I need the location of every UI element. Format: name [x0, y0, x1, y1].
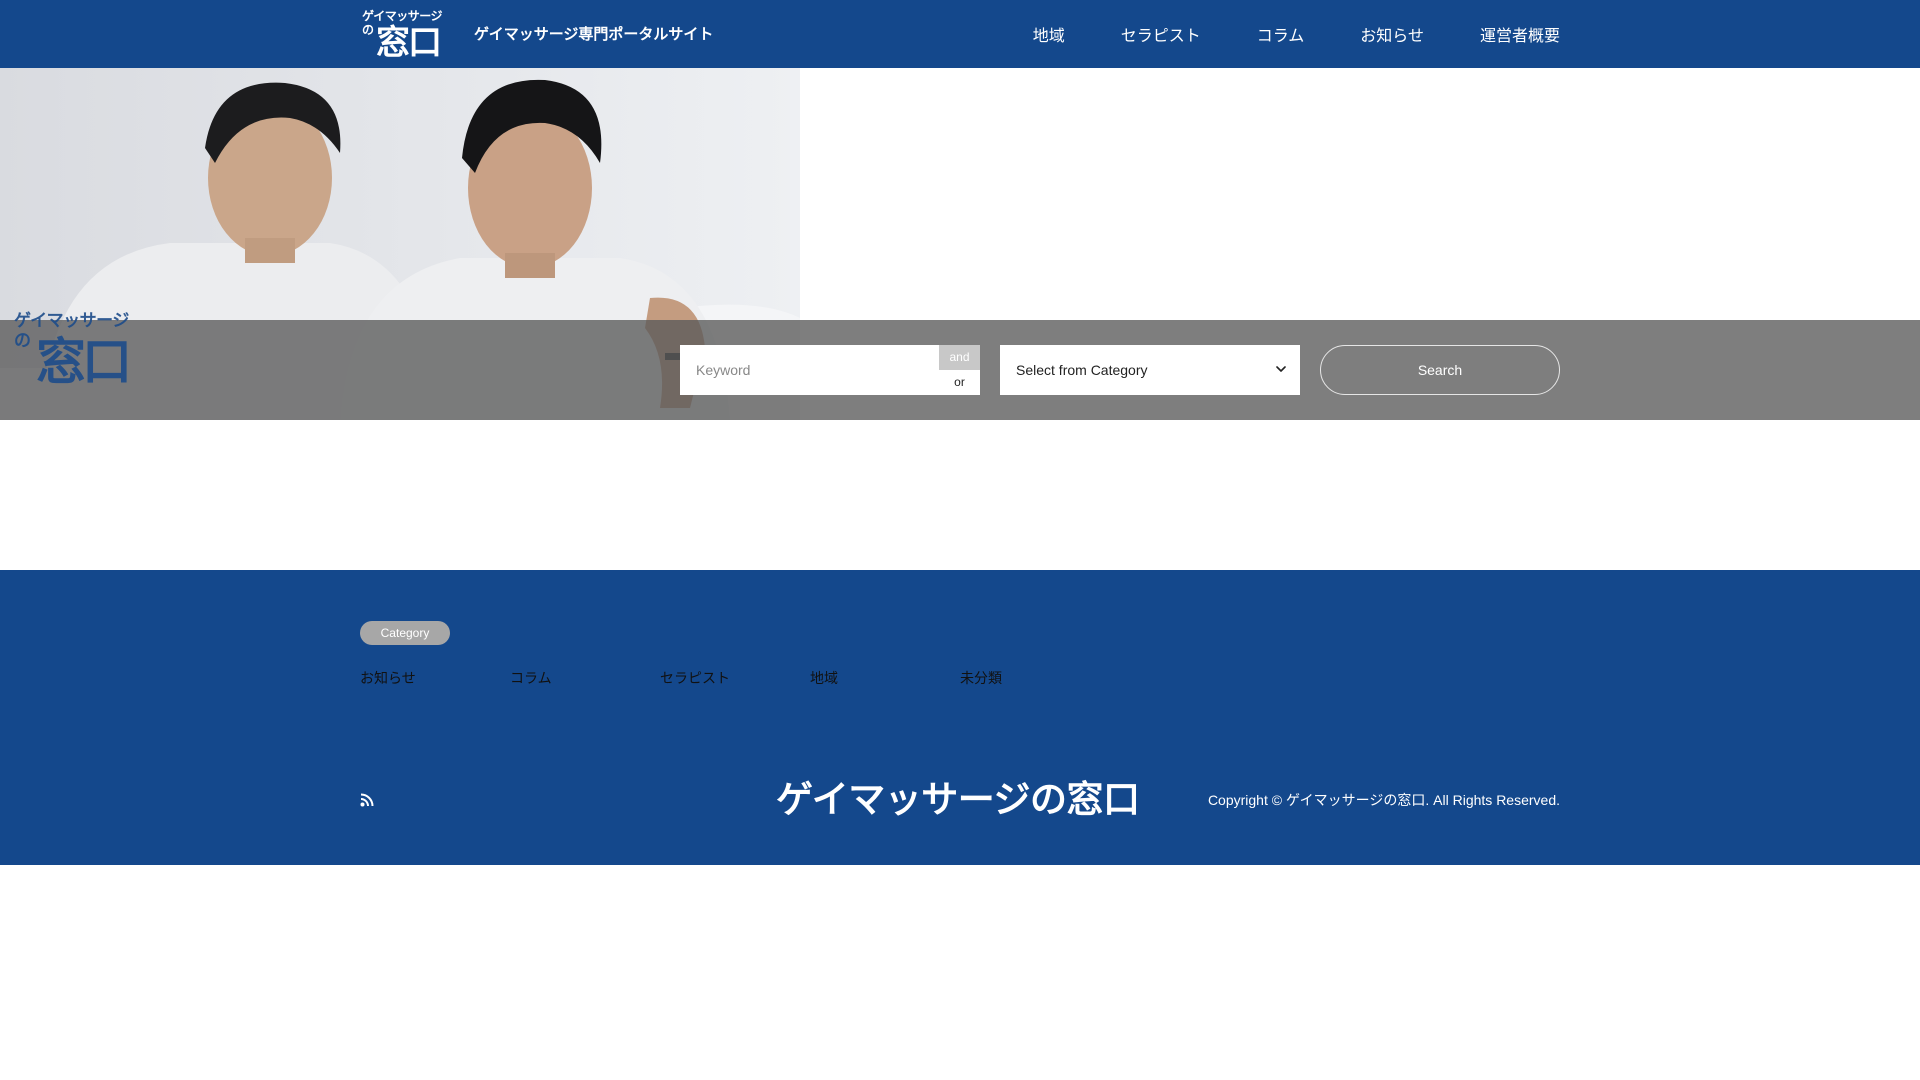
nav-item-region[interactable]: 地域 [1033, 22, 1065, 46]
footer-category-column[interactable]: コラム [510, 668, 660, 688]
search-bar-logo-line2: の [14, 331, 31, 351]
category-badge: Category [360, 621, 450, 645]
site-tagline: ゲイマッサージ専門ポータルサイト [474, 25, 714, 43]
search-bar-logo-line1: ゲイマッサージ [14, 311, 129, 331]
footer-category-news[interactable]: お知らせ [360, 668, 510, 688]
footer-category-region[interactable]: 地域 [810, 668, 960, 688]
main-nav: 地域 セラピスト コラム お知らせ 運営者概要 [1033, 0, 1560, 68]
footer-category-list: お知らせ コラム セラピスト 地域 未分類 [360, 668, 1110, 688]
footer-category-therapist[interactable]: セラピスト [660, 668, 810, 688]
search-button[interactable]: Search [1320, 345, 1560, 395]
footer-category-uncategorized[interactable]: 未分類 [960, 668, 1110, 688]
logo-line3: 窓口 [376, 23, 442, 63]
keyword-input[interactable] [680, 345, 939, 395]
or-option[interactable]: or [939, 370, 980, 395]
category-select-value: Select from Category [1016, 362, 1148, 378]
and-option[interactable]: and [939, 345, 980, 370]
search-bar-logo-line3: 窓口 [36, 333, 132, 391]
footer-site-title[interactable]: ゲイマッサージの窓口 [776, 777, 1140, 823]
logo-line1: ゲイマッサージ [362, 9, 443, 23]
nav-item-column[interactable]: コラム [1257, 22, 1305, 46]
site-header: ゲイマッサージ の 窓口 ゲイマッサージ専門ポータルサイト 地域 セラピスト コ… [0, 0, 1920, 68]
and-or-toggle: and or [939, 345, 980, 395]
copyright-text: Copyright © ゲイマッサージの窓口. All Rights Reser… [1207, 792, 1560, 808]
chevron-down-icon [1276, 366, 1286, 372]
rss-icon[interactable] [360, 793, 374, 807]
logo-line2: の [362, 23, 375, 37]
site-logo[interactable]: ゲイマッサージ の 窓口 [360, 8, 450, 62]
nav-item-about[interactable]: 運営者概要 [1480, 22, 1560, 46]
nav-item-therapist[interactable]: セラピスト [1121, 22, 1201, 46]
category-select[interactable]: Select from Category [1000, 345, 1300, 395]
nav-item-news[interactable]: お知らせ [1360, 22, 1424, 46]
search-bar-logo: ゲイマッサージ の 窓口 [14, 312, 144, 392]
